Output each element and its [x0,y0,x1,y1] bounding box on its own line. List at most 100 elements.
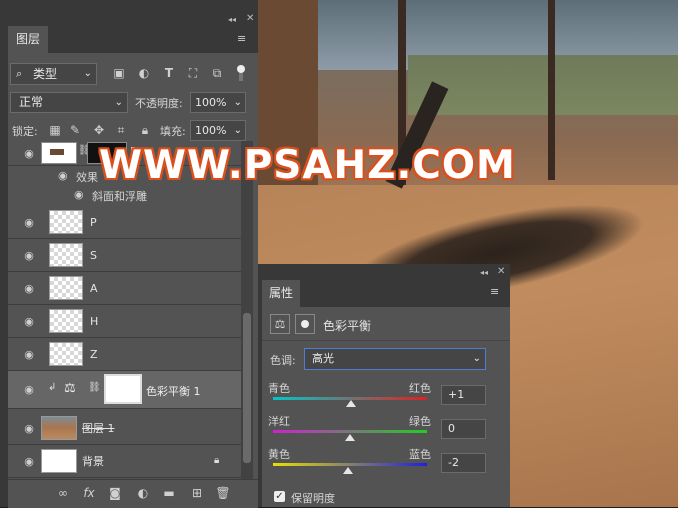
clip-arrow-icon: ↲ [48,382,57,393]
slider-green-label: 绿色 [409,415,431,428]
layer-thumbnail [49,210,83,234]
layers-toolbar: ∞ fx ◙ ◐ ▬ ⊞ 🗑︎ [8,479,258,508]
eye-icon[interactable]: ◉ [74,188,84,201]
lock-icon: 🔒︎ [214,455,220,466]
eye-icon[interactable]: ◉ [22,348,36,362]
search-icon: ⌕ [16,67,23,80]
filter-kind-select[interactable]: 类型 ⌕ ⌄ [10,63,97,85]
layer-row-a[interactable]: ◉ A [8,272,241,305]
tab-layers[interactable]: 图层 [8,26,48,53]
layer-name: S [90,249,97,262]
collapse-icon[interactable]: ◂◂ [228,15,236,24]
new-group-icon[interactable]: ▬ [160,484,178,502]
layer-thumbnail [49,342,83,366]
layer-thumbnail [49,243,83,267]
layer-thumbnail [49,276,83,300]
layer-row-z[interactable]: ◉ Z [8,338,241,371]
scrollbar-thumb[interactable] [243,313,251,463]
lock-paint-icon[interactable]: ✎ [68,121,82,139]
lock-artboard-icon[interactable]: ⌗ [114,121,128,139]
filter-pixel-icon[interactable]: ▣ [110,64,128,82]
fill-value: 100% [195,124,227,137]
delete-icon[interactable]: 🗑︎ [214,484,232,502]
eye-icon[interactable]: ◉ [22,315,36,329]
layer-thumbnail [41,142,77,164]
close-icon[interactable]: ✕ [246,13,254,24]
layer-row-h[interactable]: ◉ H [8,305,241,338]
eye-icon[interactable]: ◉ [22,282,36,296]
mask-icon[interactable] [295,314,315,334]
add-mask-icon[interactable]: ◙ [106,484,124,502]
cyan-red-value-field[interactable]: +1 [441,385,486,405]
chevron-down-icon: ⌄ [233,125,242,136]
panel-menu-icon[interactable]: ≡ [237,32,246,45]
preserve-luminosity-checkbox[interactable]: ✓ [274,491,285,502]
window-mullion-2 [548,0,555,180]
layer-thumbnail [41,449,77,473]
layer-name: 色彩平衡 1 [146,385,201,398]
filter-toggle[interactable] [236,64,246,82]
chevron-down-icon: ⌄ [83,68,92,79]
tab-properties[interactable]: 属性 [262,280,300,307]
slider-cyan-label: 青色 [268,382,290,395]
lock-all-icon[interactable]: 🔒︎ [138,121,152,139]
layer-row-background[interactable]: ◉ 背景 🔒︎ [8,445,241,478]
new-adjustment-icon[interactable]: ◐ [134,484,152,502]
slider-magenta-green-track[interactable] [273,430,427,433]
lock-position-icon[interactable]: ✥ [92,121,106,139]
layer-name: H [90,315,99,328]
eye-icon[interactable]: ◉ [22,422,36,436]
link-layers-icon[interactable]: ∞ [54,484,72,502]
effect-bevel-label: 斜面和浮雕 [92,190,147,203]
opacity-field[interactable]: 100% ⌄ [190,92,246,113]
panel-menu-icon[interactable]: ≡ [490,285,499,298]
slider-cyan-red-handle[interactable] [345,400,356,407]
effects-label: 效果 [76,171,98,184]
slider-yellow-blue-track[interactable] [273,463,427,466]
properties-body [262,307,510,507]
new-layer-icon[interactable]: ⊞ [188,484,206,502]
collapse-icon[interactable]: ◂◂ [480,268,488,277]
eye-icon[interactable]: ◉ [22,216,36,230]
layer-name: P [90,216,97,229]
layer-thumbnail [49,309,83,333]
filter-smart-object-icon[interactable]: ⧉ [208,64,226,82]
layer-row-s[interactable]: ◉ S [8,239,241,272]
eye-icon[interactable]: ◉ [22,249,36,263]
slider-red-label: 红色 [409,382,431,395]
opacity-label: 不透明度: [135,97,183,110]
eye-icon[interactable]: ◉ [22,147,36,161]
eye-icon[interactable]: ◉ [22,383,36,397]
tone-label: 色调: [270,354,296,367]
layer-row-p[interactable]: ◉ P [8,206,241,239]
layers-scrollbar[interactable] [241,141,253,479]
fill-label: 填充: [160,125,186,138]
chevron-down-icon: ⌄ [114,97,123,108]
filter-shape-icon[interactable]: ⛶ [184,64,202,82]
yellow-blue-value-field[interactable]: -2 [441,453,486,473]
blend-mode-select[interactable]: 正常 ⌄ [10,92,128,113]
watermark-text: WWW.PSAHZ.COM [99,143,516,188]
layer-name: 图层 1 [82,422,115,435]
eye-icon[interactable]: ◉ [58,169,68,182]
eye-icon[interactable]: ◉ [22,455,36,469]
slider-magenta-green-handle[interactable] [345,434,355,441]
filter-type-icon[interactable]: T [160,64,178,82]
filter-adjustment-icon[interactable]: ◐ [135,64,153,82]
tone-select[interactable]: 高光 ⌄ [304,348,486,370]
layer-row-color-balance[interactable]: ◉ ↲ ⚖ ⛓ 色彩平衡 1 [8,371,241,409]
fx-icon[interactable]: fx [80,484,98,502]
slider-yellow-blue-handle[interactable] [343,467,354,474]
magenta-green-value-field[interactable]: 0 [441,419,486,439]
fill-field[interactable]: 100% ⌄ [190,120,246,141]
blend-mode-label: 正常 [19,95,44,109]
mask-thumbnail [104,374,142,404]
divider [262,340,510,341]
balance-icon: ⚖ [270,314,290,334]
layer-row-photo[interactable]: ◉ 图层 1 [8,412,241,445]
filter-kind-label: 类型 [33,67,58,81]
close-icon[interactable]: ✕ [497,266,505,277]
lock-label: 锁定: [12,125,38,138]
slider-blue-label: 蓝色 [409,448,431,461]
lock-transparent-icon[interactable]: ▦ [48,121,62,139]
